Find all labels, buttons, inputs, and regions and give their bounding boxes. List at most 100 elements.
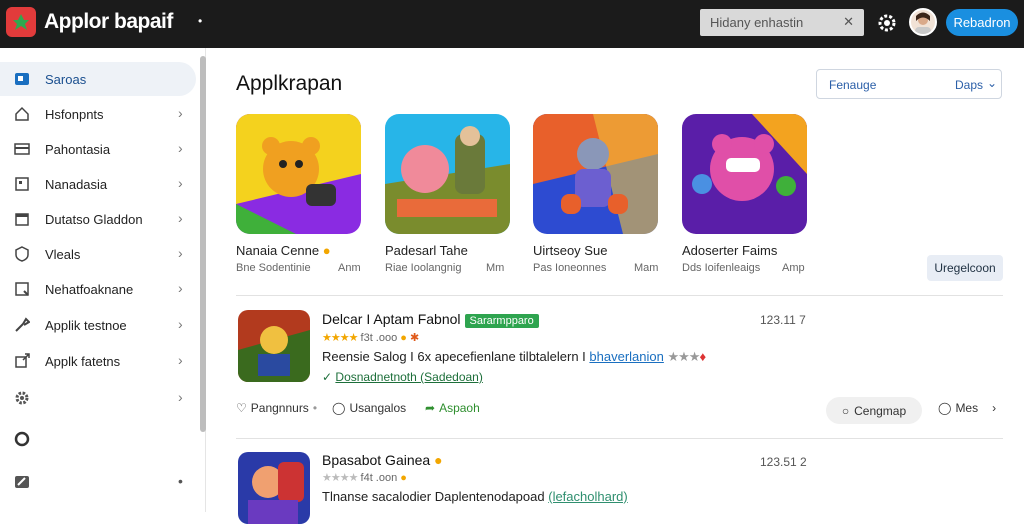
shield-icon	[15, 246, 29, 262]
featured-app-icon[interactable]	[385, 114, 510, 234]
list-item-description: Tlnanse sacalodier Daplentenodapoad (lef…	[322, 489, 628, 504]
featured-app-icon[interactable]	[236, 114, 361, 234]
sidebar-item-calendar[interactable]: Dutatso Gladdon ›	[0, 202, 196, 236]
grid-icon	[15, 177, 29, 191]
featured-app-icon[interactable]	[682, 114, 807, 234]
featured-app-subtitle: Dds Ioifenleaigs	[682, 262, 761, 274]
status-badge: Sararmpparo	[464, 314, 539, 328]
featured-app-meta: Mam	[634, 262, 659, 274]
list-item-title[interactable]: Bpasabot Gainea ●	[322, 452, 443, 468]
sidebar: Saroas Hsfonpnts › Pahontasia › Nanadasi…	[0, 48, 206, 512]
description-link[interactable]: bhaverlanion	[589, 349, 663, 364]
update-button[interactable]: Uregelcoon	[927, 255, 1003, 281]
sidebar-item-label: Vleals	[45, 247, 81, 262]
sidebar-item-label: Dutatso Gladdon	[45, 212, 143, 227]
featured-app-name[interactable]: Nanaia Cenne ●	[236, 243, 331, 258]
more-dot-icon[interactable]: •	[178, 473, 183, 489]
card-icon	[14, 143, 30, 155]
top-bar: Applor bapaif • Hidany enhastin ✕ Rebadr…	[0, 0, 1024, 48]
chevron-down-icon: ⌄	[987, 76, 998, 90]
list-app-icon[interactable]	[238, 310, 310, 382]
sidebar-item-label: Applk fatetns	[45, 354, 121, 369]
sidebar-item-label: Applik testnoe	[45, 318, 127, 333]
app-logo-icon[interactable]	[6, 7, 36, 37]
featured-app-subtitle: Bne Sodentinie	[236, 262, 311, 274]
sidebar-item-edit[interactable]: •	[0, 465, 196, 499]
circle-icon	[14, 431, 30, 447]
sidebar-item-share[interactable]: Applk fatetns ›	[0, 344, 196, 378]
avatar[interactable]	[909, 8, 937, 36]
sort-value: Daps	[955, 78, 984, 92]
menu-dot-icon[interactable]: •	[198, 14, 202, 28]
list-item-rating: ★★★★ f4t .oon ●	[322, 472, 407, 484]
chevron-right-icon: ›	[178, 352, 183, 368]
search-input[interactable]: Hidany enhastin ✕	[700, 9, 864, 36]
list-item-description: Reensie Salog I 6x apecefienlane tilbtal…	[322, 349, 707, 364]
description-link[interactable]: (lefacholhard)	[548, 489, 628, 504]
star-rating-icon: ★★★★	[322, 332, 358, 344]
sidebar-item-card[interactable]: Pahontasia ›	[0, 132, 196, 166]
sidebar-scrollbar[interactable]	[200, 56, 206, 432]
share-icon	[15, 353, 30, 368]
sidebar-item-label: Pahontasia	[45, 142, 111, 157]
chevron-right-icon: ›	[178, 245, 183, 261]
list-item-rating: ★★★★ f3t .ooo ● ✱	[322, 332, 420, 344]
settings-gear-icon[interactable]	[876, 12, 898, 34]
sidebar-item-circle[interactable]	[0, 422, 196, 456]
more-button[interactable]: ◯ Mes ›	[938, 401, 996, 415]
home-icon	[15, 106, 29, 121]
divider	[236, 438, 1003, 439]
sort-label: Fenauge	[829, 78, 877, 92]
edit-icon	[15, 476, 29, 488]
sidebar-item-wrench[interactable]: Applik testnoe ›	[0, 308, 196, 342]
chevron-right-icon: ›	[178, 140, 183, 156]
sort-dropdown[interactable]: Fenauge Daps ⌄	[816, 69, 1002, 99]
featured-app-name[interactable]: Padesarl Tahe	[385, 243, 468, 258]
search-icon: ○	[841, 403, 850, 418]
app-title: Applor bapaif	[44, 10, 173, 33]
comment-button[interactable]: ◯ Usangalos	[332, 401, 406, 415]
check-icon: ✓	[322, 370, 333, 384]
star-rating-icon: ★★★★	[322, 472, 358, 484]
chevron-right-icon: ›	[178, 389, 183, 405]
comment-icon: ◯	[938, 401, 952, 415]
featured-app-subtitle: Pas Ioneonnes	[533, 262, 607, 274]
header-action-button[interactable]: Rebadron	[946, 9, 1018, 36]
comment-icon: ◯	[332, 401, 346, 415]
chevron-right-icon: ›	[178, 175, 183, 191]
chevron-right-icon: ›	[178, 316, 183, 332]
chevron-right-icon: ›	[178, 210, 183, 226]
divider	[236, 295, 1003, 296]
chevron-right-icon: ›	[178, 280, 183, 296]
search-placeholder: Hidany enhastin	[710, 15, 804, 30]
sidebar-item-label: Nanadasia	[45, 177, 108, 192]
featured-app-name[interactable]: Adoserter Faims	[682, 243, 777, 258]
list-item-title[interactable]: Delcar I Aptam Fabnol Sararmpparo	[322, 311, 539, 328]
featured-app-meta: Amp	[782, 262, 805, 274]
featured-app-subtitle: Riae Ioolangnig	[385, 262, 462, 274]
list-app-icon[interactable]	[238, 452, 310, 524]
featured-app-meta: Mm	[486, 262, 505, 274]
share-button[interactable]: ➦ Aspaoh	[425, 401, 480, 415]
list-item-time: 123.51 2	[760, 455, 807, 469]
featured-app-icon[interactable]	[533, 114, 658, 234]
wrench-icon	[15, 317, 30, 332]
calendar-icon	[15, 213, 29, 226]
sidebar-item-home[interactable]: Hsfonpnts ›	[0, 97, 196, 131]
heart-icon: ♡	[236, 401, 247, 415]
featured-app-name[interactable]: Uirtseoy Sue	[533, 243, 607, 258]
sidebar-item-settings[interactable]: ›	[0, 381, 196, 415]
sidebar-item-document[interactable]: Nehatfoaknane ›	[0, 272, 196, 306]
chevron-right-icon: ›	[992, 401, 997, 415]
list-item-note[interactable]: ✓ Dosnadnetnoth (Sadedoan)	[322, 370, 483, 384]
document-icon	[15, 282, 29, 296]
like-button[interactable]: ♡ Pangnnurs •	[236, 401, 317, 415]
sidebar-item-grid[interactable]: Nanadasia ›	[0, 167, 196, 201]
chevron-right-icon: ›	[178, 105, 183, 121]
sidebar-item-shield[interactable]: Vleals ›	[0, 237, 196, 271]
sidebar-item-label: Nehatfoaknane	[45, 282, 134, 297]
sidebar-item-store[interactable]: Saroas	[0, 62, 196, 96]
compare-button[interactable]: ○ Cengmap	[826, 397, 922, 424]
sidebar-item-label: Saroas	[45, 72, 87, 87]
clear-icon[interactable]: ✕	[843, 14, 854, 30]
